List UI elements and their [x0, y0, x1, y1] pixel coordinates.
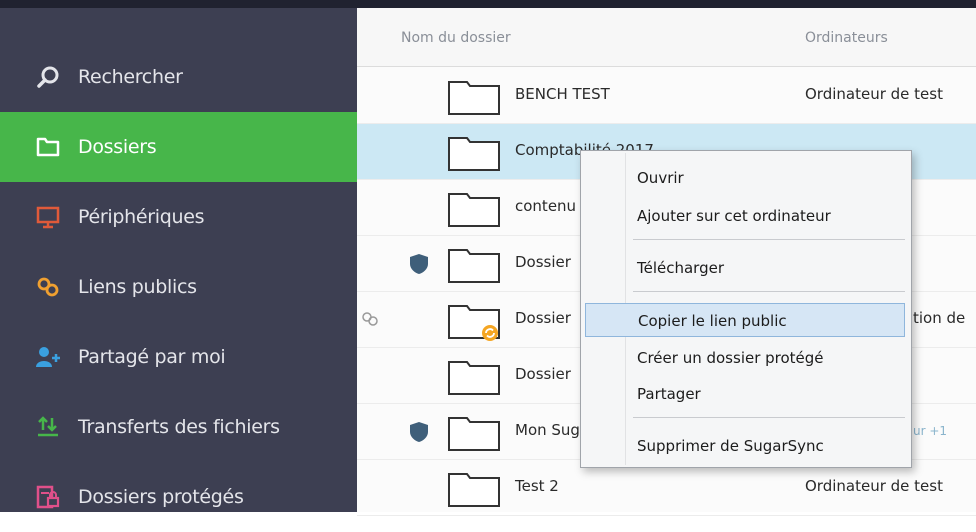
folder-name: Dossier: [515, 309, 571, 327]
menu-item-label: Ouvrir: [637, 169, 684, 187]
sidebar-item-dossiers[interactable]: Dossiers: [0, 112, 357, 182]
menu-item-ajouter[interactable]: Ajouter sur cet ordinateur: [585, 199, 905, 233]
context-menu: Ouvrir Ajouter sur cet ordinateur Téléch…: [580, 150, 912, 468]
menu-item-label: Partager: [637, 385, 701, 403]
menu-item-label: Copier le lien public: [638, 312, 787, 330]
menu-separator: [633, 239, 905, 240]
menu-item-supprimer[interactable]: Supprimer de SugarSync: [585, 429, 905, 463]
sidebar-item-label: Périphériques: [78, 206, 205, 228]
menu-item-copier-lien-public[interactable]: Copier le lien public: [585, 303, 905, 337]
folder-icon: [448, 193, 500, 227]
shield-icon: [410, 422, 428, 442]
folder-icon: [448, 81, 500, 115]
shield-icon: [410, 254, 428, 274]
menu-item-ouvrir[interactable]: Ouvrir: [585, 161, 905, 195]
menu-item-label: Supprimer de SugarSync: [637, 437, 824, 455]
link-icon: [362, 312, 378, 326]
menu-item-label: Télécharger: [637, 259, 725, 277]
column-header-name[interactable]: Nom du dossier: [401, 30, 511, 46]
sidebar-item-partage-par-moi[interactable]: Partagé par moi: [0, 322, 357, 392]
folder-name: contenu: [515, 197, 577, 215]
menu-separator: [633, 417, 905, 418]
folder-name: Dossier: [515, 365, 571, 383]
folder-icon: [448, 417, 500, 451]
menu-item-telecharger[interactable]: Télécharger: [585, 251, 905, 285]
folder-name: Dossier: [515, 253, 571, 271]
sidebar-item-label: Dossiers: [78, 136, 157, 158]
sidebar-item-label: Dossiers protégés: [78, 486, 244, 508]
sidebar-item-label: Transferts des fichiers: [78, 416, 280, 438]
folder-computer: Ordinateur de test: [805, 85, 943, 103]
folder-name: Test 2: [515, 477, 559, 495]
sidebar-item-label: Partagé par moi: [78, 346, 226, 368]
folder-name: BENCH TEST: [515, 85, 610, 103]
sidebar-item-dossiers-proteges[interactable]: Dossiers protégés: [0, 462, 357, 532]
sidebar-item-liens-publics[interactable]: Liens publics: [0, 252, 357, 322]
sidebar-item-peripheriques[interactable]: Périphériques: [0, 182, 357, 252]
menu-item-label: Ajouter sur cet ordinateur: [637, 207, 831, 225]
sugarsync-window: Rechercher Dossiers Périphériques Liens …: [0, 0, 976, 516]
search-icon: [34, 63, 62, 91]
table-row[interactable]: Test 2 Ordinateur de test: [357, 460, 976, 516]
folder-icon: [448, 249, 500, 283]
sidebar: Rechercher Dossiers Périphériques Liens …: [0, 0, 357, 512]
menu-item-creer-dossier-protege[interactable]: Créer un dossier protégé: [585, 341, 905, 375]
folder-computer: tion de: [913, 309, 966, 327]
sidebar-item-transferts[interactable]: Transferts des fichiers: [0, 392, 357, 462]
table-header: Nom du dossier Ordinateurs: [357, 8, 976, 67]
sidebar-item-label: Rechercher: [78, 66, 183, 88]
link-icon: [34, 273, 62, 301]
folder-computer: ur +1: [913, 424, 948, 438]
folder-icon: [448, 137, 500, 171]
folder-icon: [34, 133, 62, 161]
protected-folder-icon: [34, 483, 62, 511]
monitor-icon: [34, 203, 62, 231]
column-header-computers[interactable]: Ordinateurs: [805, 30, 888, 46]
folder-computer: Ordinateur de test: [805, 477, 943, 495]
folder-icon: [448, 361, 500, 395]
transfer-icon: [34, 413, 62, 441]
sync-badge-icon: [482, 325, 498, 341]
add-user-icon: [34, 343, 62, 371]
sidebar-item-label: Liens publics: [78, 276, 197, 298]
menu-item-partager[interactable]: Partager: [585, 377, 905, 411]
sidebar-item-rechercher[interactable]: Rechercher: [0, 42, 357, 112]
folder-icon: [448, 473, 500, 507]
menu-separator: [633, 291, 905, 292]
table-row[interactable]: BENCH TEST Ordinateur de test: [357, 68, 976, 124]
menu-item-label: Créer un dossier protégé: [637, 349, 824, 367]
